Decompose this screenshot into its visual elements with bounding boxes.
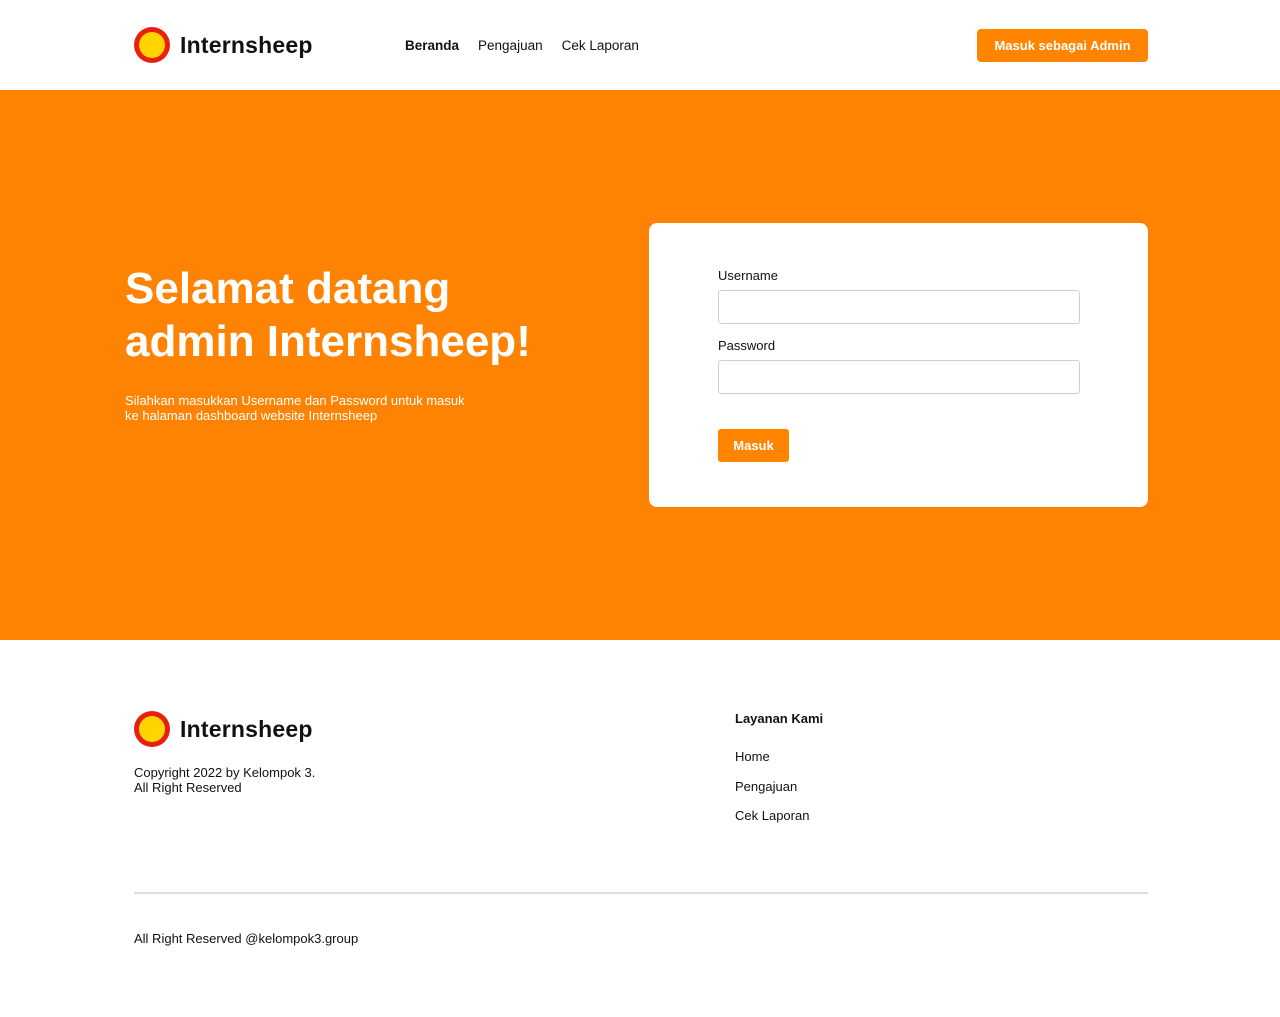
footer-link-home[interactable]: Home — [735, 749, 809, 779]
main-nav: Beranda Pengajuan Cek Laporan — [405, 38, 639, 53]
footer-bottom-text: All Right Reserved @kelompok3.group — [134, 931, 359, 946]
password-label: Password — [718, 338, 776, 353]
services-list: Home Pengajuan Cek Laporan — [735, 749, 809, 838]
nav-item-beranda[interactable]: Beranda — [405, 38, 459, 53]
footer-brand-name: Internsheep — [180, 715, 313, 742]
brand-name: Internsheep — [180, 31, 313, 58]
username-field[interactable] — [718, 290, 1080, 324]
copyright-text: Copyright 2022 by Kelompok 3. All Right … — [134, 765, 315, 795]
hero-subtitle-line-2: ke halaman dashboard website Internsheep — [125, 408, 378, 423]
password-field[interactable] — [718, 360, 1080, 394]
copyright-line-2: All Right Reserved — [134, 780, 242, 795]
services-heading: Layanan Kami — [735, 711, 824, 726]
copyright-line-1: Copyright 2022 by Kelompok 3. — [134, 765, 316, 780]
site-header: Internsheep Beranda Pengajuan Cek Lapora… — [0, 0, 1280, 90]
footer-link-pengajuan[interactable]: Pengajuan — [735, 779, 809, 809]
hero-subtitle-line-1: Silahkan masukkan Username dan Password … — [125, 393, 465, 408]
hero-title-line-2: admin Internsheep! — [125, 317, 531, 366]
hero-title-line-1: Selamat datang — [125, 264, 451, 313]
admin-login-button[interactable]: Masuk sebagai Admin — [977, 29, 1148, 62]
hero-title: Selamat datang admin Internsheep! — [125, 262, 595, 368]
nav-item-cek-laporan[interactable]: Cek Laporan — [562, 38, 639, 53]
footer-logo: Internsheep — [134, 711, 313, 747]
username-label: Username — [718, 268, 778, 283]
footer-divider — [134, 892, 1148, 894]
nav-item-pengajuan[interactable]: Pengajuan — [478, 38, 543, 53]
site-footer: Internsheep Copyright 2022 by Kelompok 3… — [0, 640, 1280, 1017]
login-card: Username Password Masuk — [649, 223, 1148, 507]
header-logo[interactable]: Internsheep — [134, 27, 313, 63]
logo-icon — [134, 27, 170, 63]
logo-icon — [134, 711, 170, 747]
hero-section: Selamat datang admin Internsheep! Silahk… — [0, 90, 1280, 640]
footer-link-cek-laporan[interactable]: Cek Laporan — [735, 808, 809, 838]
hero-subtitle: Silahkan masukkan Username dan Password … — [125, 393, 505, 423]
login-submit-button[interactable]: Masuk — [718, 429, 789, 462]
